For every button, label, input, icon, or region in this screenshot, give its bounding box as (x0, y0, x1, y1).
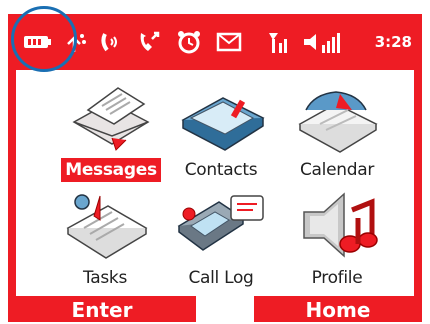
clock-time: 3:28 (374, 33, 412, 51)
menu-item-label: Call Log (188, 268, 254, 288)
volume-icon (300, 14, 344, 70)
menu-item-label: Messages (61, 158, 161, 182)
menu-item-label: Tasks (82, 268, 128, 288)
contacts-icon (166, 76, 276, 154)
menu-item-label: Contacts (184, 160, 258, 180)
menu-item-calendar[interactable]: Calendar (282, 76, 392, 188)
softkey-home-button[interactable]: Home (254, 296, 422, 322)
menu-item-call-log[interactable]: Call Log (166, 184, 276, 296)
softkey-enter-button[interactable]: Enter (8, 296, 196, 322)
battery-highlight-circle (11, 6, 77, 72)
frame-right (414, 70, 422, 300)
envelope-icon (56, 76, 166, 154)
menu-item-profile[interactable]: Profile (282, 184, 392, 296)
calendar-icon (282, 76, 392, 154)
missed-call-icon (134, 14, 164, 70)
menu-item-contacts[interactable]: Contacts (166, 76, 276, 188)
menu-item-label: Calendar (299, 160, 375, 180)
call-log-icon (166, 184, 276, 262)
tasks-icon (50, 184, 160, 262)
menu-item-tasks[interactable]: Tasks (50, 184, 160, 296)
menu-item-messages[interactable]: Messages (56, 76, 166, 188)
menu-item-label: Profile (311, 268, 363, 288)
headset-icon (96, 14, 124, 70)
signal-icon (264, 14, 294, 70)
message-icon (214, 14, 244, 70)
alarm-icon (174, 14, 204, 70)
frame-left (8, 70, 16, 300)
profile-icon (282, 184, 392, 262)
